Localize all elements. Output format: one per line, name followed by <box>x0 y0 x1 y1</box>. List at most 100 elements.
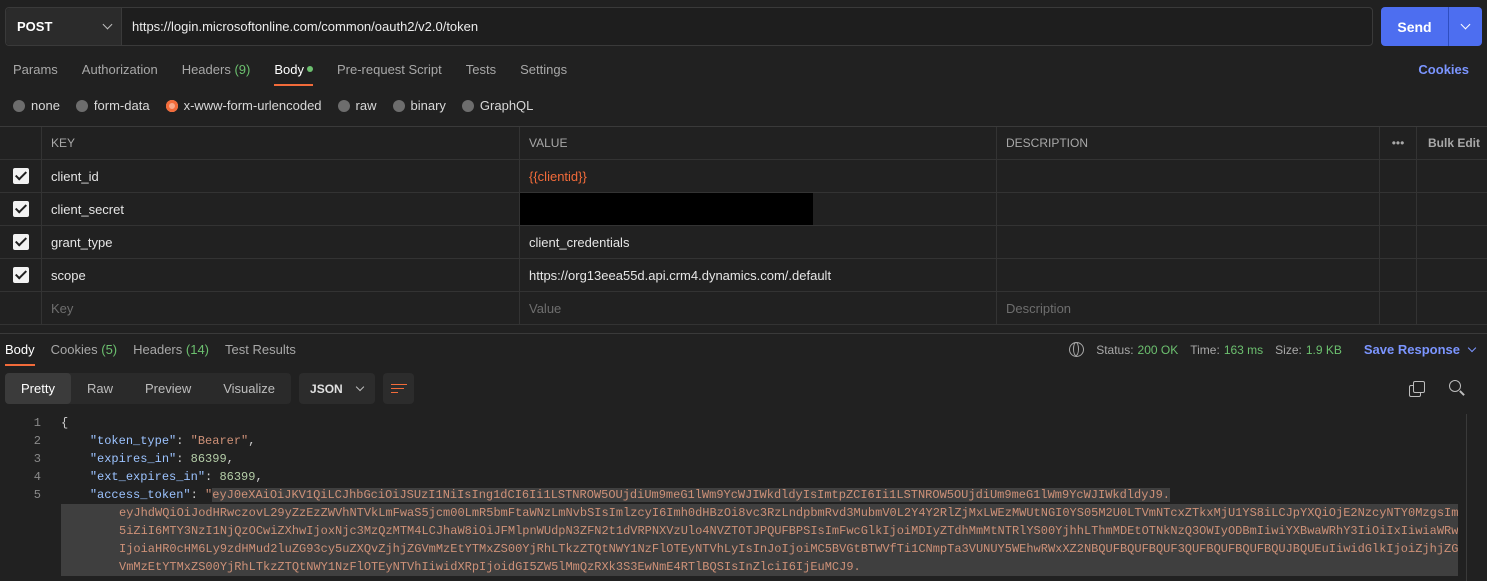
code-line: 1{ <box>0 414 1466 432</box>
row-more-cell <box>1380 160 1417 192</box>
tab-settings[interactable]: Settings <box>520 62 567 86</box>
row-check-cell <box>0 226 42 258</box>
param-description[interactable] <box>997 193 1380 225</box>
body-type-binary[interactable]: binary <box>392 98 446 113</box>
new-description-input[interactable]: Description <box>997 292 1380 324</box>
tab-body[interactable]: Body <box>274 62 313 86</box>
new-key-input[interactable]: Key <box>42 292 520 324</box>
param-value-redacted[interactable] <box>520 193 997 225</box>
view-visualize[interactable]: Visualize <box>207 373 291 404</box>
param-key[interactable]: client_id <box>42 160 520 192</box>
method-dropdown[interactable]: POST <box>6 8 122 45</box>
save-response-button[interactable]: Save Response <box>1363 342 1477 357</box>
body-type-selector: none form-data x-www-form-urlencoded raw… <box>13 98 549 113</box>
view-raw[interactable]: Raw <box>71 373 129 404</box>
row-more-cell <box>1380 193 1417 225</box>
tab-headers[interactable]: Headers (9) <box>182 62 251 86</box>
body-type-label: GraphQL <box>479 98 534 113</box>
table-row: grant_type client_credentials <box>0 226 1487 259</box>
search-icon[interactable] <box>1449 380 1465 396</box>
url-input[interactable] <box>122 8 1372 45</box>
radio-icon <box>75 99 88 112</box>
wrap-lines-button[interactable] <box>383 373 415 404</box>
token-line: IjoiaHR0cHM6Ly9zdHMud2luZG93cy5uZXQvZjhj… <box>119 542 1458 556</box>
body-type-form-data[interactable]: form-data <box>75 98 150 113</box>
send-options-button[interactable] <box>1448 7 1482 46</box>
token-line: 5iZiI6MTY3NzI1NjQzOCwiZXhwIjoxNjc3MzQzMT… <box>119 524 1458 538</box>
body-params-table: KEY VALUE DESCRIPTION ••• Bulk Edit clie… <box>0 126 1487 325</box>
response-tab-body[interactable]: Body <box>5 342 35 366</box>
status-value[interactable]: 200 OK <box>1138 343 1179 357</box>
code-scrollbar[interactable] <box>1466 414 1467 581</box>
more-options-icon[interactable]: ••• <box>1380 127 1417 159</box>
param-value[interactable]: https://org13eea55d.api.crm4.dynamics.co… <box>520 259 997 291</box>
radio-icon <box>337 99 350 112</box>
row-checkbox[interactable] <box>12 267 29 283</box>
line-number: 3 <box>33 452 41 466</box>
send-button[interactable]: Send <box>1381 7 1448 46</box>
table-row-new: Key Value Description <box>0 292 1487 325</box>
table-row: client_id {{clientid}} <box>0 160 1487 193</box>
row-spacer <box>1417 193 1487 225</box>
code-text: "expires_in": 86399, <box>89 452 234 466</box>
cookies-count: (5) <box>101 342 118 357</box>
line-number: 2 <box>33 434 41 448</box>
param-key[interactable]: scope <box>42 259 520 291</box>
param-description[interactable] <box>997 160 1380 192</box>
param-key[interactable]: client_secret <box>42 193 520 225</box>
radio-icon <box>13 99 25 112</box>
response-tab-headers[interactable]: Headers (14) <box>133 342 209 366</box>
response-headers-count: (14) <box>185 342 210 357</box>
new-value-input[interactable]: Value <box>520 292 997 324</box>
code-text: "access_token": "eyJ0eXAiOiJKV1QiLCJhbGc… <box>89 488 1171 502</box>
wrap-lines-icon <box>390 383 407 395</box>
headers-count: (9) <box>234 62 251 77</box>
code-line: 2 "token_type": "Bearer", <box>0 432 1466 450</box>
copy-icon[interactable] <box>1409 381 1425 397</box>
response-tab-cookies-label: Cookies <box>50 342 98 357</box>
save-response-label: Save Response <box>1363 342 1460 357</box>
cookies-link[interactable]: Cookies <box>1418 62 1469 77</box>
globe-icon[interactable] <box>1069 342 1085 357</box>
body-type-urlencoded[interactable]: x-www-form-urlencoded <box>165 98 322 113</box>
body-type-raw[interactable]: raw <box>337 98 377 113</box>
param-value[interactable]: client_credentials <box>520 226 997 258</box>
view-preview[interactable]: Preview <box>129 373 207 404</box>
code-text: "ext_expires_in": 86399, <box>89 470 263 484</box>
body-type-graphql[interactable]: GraphQL <box>461 98 534 113</box>
tab-tests[interactable]: Tests <box>466 62 496 86</box>
response-tab-cookies[interactable]: Cookies (5) <box>51 342 117 366</box>
row-checkbox[interactable] <box>12 201 29 217</box>
status-label: Status: <box>1096 342 1134 357</box>
tab-params[interactable]: Params <box>13 62 58 86</box>
bulk-edit-button[interactable]: Bulk Edit <box>1417 127 1487 159</box>
column-header-description: DESCRIPTION <box>997 127 1380 159</box>
row-check-cell <box>0 259 42 291</box>
tab-authorization[interactable]: Authorization <box>82 62 158 86</box>
code-line: 4 "ext_expires_in": 86399, <box>0 468 1466 486</box>
column-header-key: KEY <box>42 127 520 159</box>
token-line: VmMzEtYTMxZS00YjRhLTkzZTQtNWY1NzFlOTEyNT… <box>119 560 861 574</box>
body-type-label: x-www-form-urlencoded <box>183 98 322 113</box>
response-body-code[interactable]: 1{ 2 "token_type": "Bearer", 3 "expires_… <box>0 414 1466 581</box>
response-header-bar: Body Cookies (5) Headers (14) Test Resul… <box>0 333 1487 367</box>
param-key[interactable]: grant_type <box>42 226 520 258</box>
body-type-label: none <box>31 98 60 113</box>
table-header: KEY VALUE DESCRIPTION ••• Bulk Edit <box>0 127 1487 160</box>
response-tab-test-results[interactable]: Test Results <box>225 342 296 366</box>
param-description[interactable] <box>997 226 1380 258</box>
tab-prerequest-script[interactable]: Pre-request Script <box>337 62 442 86</box>
param-value[interactable]: {{clientid}} <box>520 160 997 192</box>
body-type-label: binary <box>410 98 446 113</box>
body-type-none[interactable]: none <box>13 98 60 113</box>
row-checkbox[interactable] <box>12 168 29 184</box>
param-description[interactable] <box>997 259 1380 291</box>
view-pretty[interactable]: Pretty <box>5 373 71 404</box>
format-dropdown[interactable]: JSON <box>299 373 376 404</box>
line-number: 1 <box>33 416 41 430</box>
code-line: 5 "access_token": "eyJ0eXAiOiJKV1QiLCJhb… <box>0 486 1466 504</box>
size-value[interactable]: 1.9 KB <box>1306 343 1342 357</box>
row-checkbox[interactable] <box>12 234 29 250</box>
time-value[interactable]: 163 ms <box>1224 343 1263 357</box>
chevron-down-icon <box>1467 343 1477 352</box>
